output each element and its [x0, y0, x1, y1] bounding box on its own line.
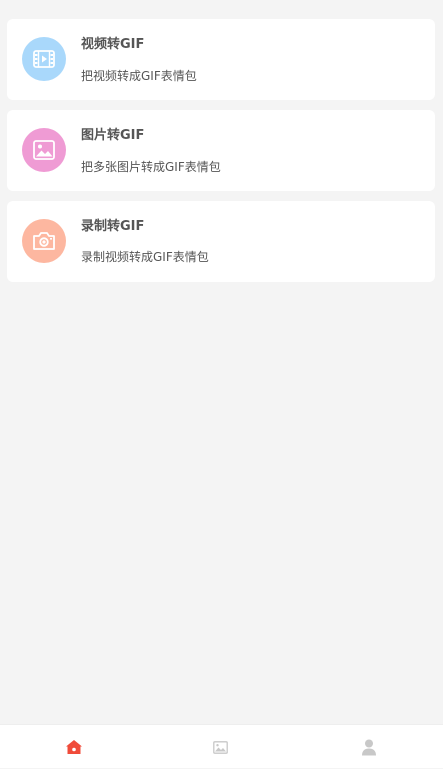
card-subtitle: 录制视频转成GIF表情包	[81, 250, 209, 264]
image-to-gif-card[interactable]: 图片转GIF 把多张图片转成GIF表情包	[7, 110, 435, 191]
film-icon	[33, 50, 55, 68]
camera-icon	[33, 232, 55, 250]
card-subtitle: 把多张图片转成GIF表情包	[81, 160, 221, 174]
card-subtitle: 把视频转成GIF表情包	[81, 69, 197, 83]
image-icon	[33, 140, 55, 160]
tab-home[interactable]	[0, 725, 147, 769]
image-icon-circle	[22, 128, 66, 172]
card-title: 图片转GIF	[81, 128, 145, 143]
video-to-gif-card[interactable]: 视频转GIF 把视频转成GIF表情包	[7, 19, 435, 100]
card-title: 录制转GIF	[81, 219, 145, 234]
camera-icon-circle	[22, 219, 66, 263]
home-icon	[65, 740, 82, 754]
video-icon-circle	[22, 37, 66, 81]
record-to-gif-card[interactable]: 录制转GIF 录制视频转成GIF表情包	[7, 201, 435, 282]
bottom-tab-bar	[0, 724, 443, 768]
card-title: 视频转GIF	[81, 37, 145, 52]
image-icon	[213, 740, 228, 754]
tab-gallery[interactable]	[147, 725, 294, 769]
tab-profile[interactable]	[295, 725, 442, 769]
user-icon	[361, 739, 376, 755]
